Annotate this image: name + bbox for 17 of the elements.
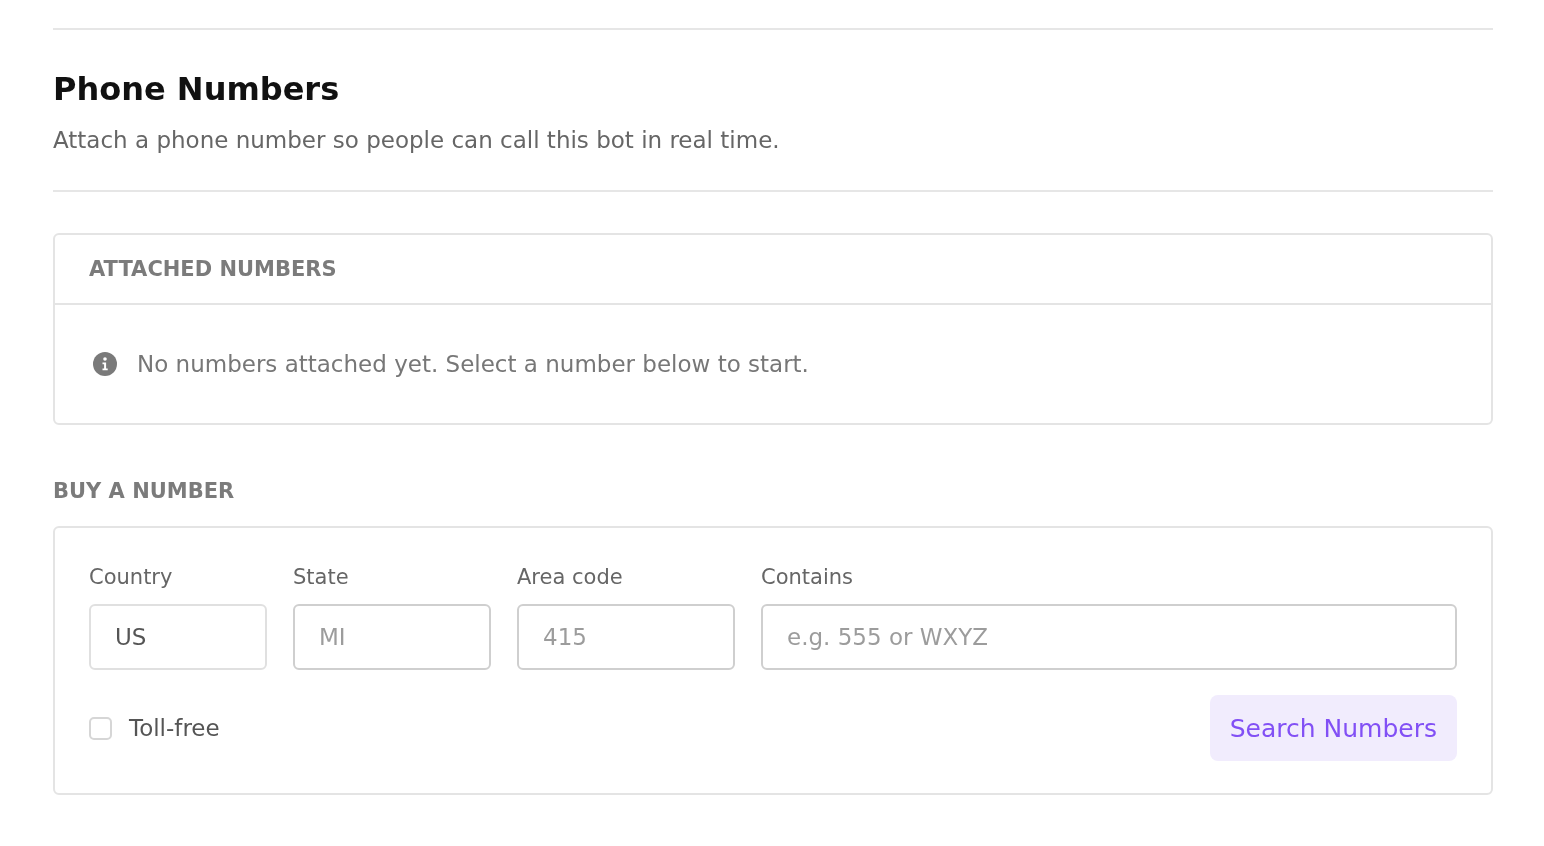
empty-message: No numbers attached yet. Select a number below to start. — [137, 350, 809, 379]
section-description: Attach a phone number so people can call this bot in real time. — [53, 126, 781, 155]
input-field[interactable]: 415 — [517, 604, 735, 670]
info-icon — [93, 352, 117, 376]
attached-numbers-heading: ATTACHED NUMBERS — [89, 257, 337, 281]
field-label: State — [293, 564, 350, 591]
input-field[interactable]: MI — [293, 604, 491, 670]
field-label: Contains — [761, 564, 854, 591]
search-numbers-button[interactable]: Search Numbers — [1209, 695, 1457, 761]
input-field[interactable]: US — [89, 604, 267, 670]
input-field[interactable]: e.g. 555 or WXYZ — [761, 604, 1457, 670]
field-label: Country — [89, 564, 174, 591]
buy-number-heading: BUY A NUMBER — [53, 478, 236, 505]
field-label: Area code — [517, 564, 624, 591]
section-title: Phone Numbers — [53, 69, 341, 110]
checkbox[interactable] — [89, 716, 112, 740]
checkbox-label: Toll-free — [129, 714, 220, 743]
